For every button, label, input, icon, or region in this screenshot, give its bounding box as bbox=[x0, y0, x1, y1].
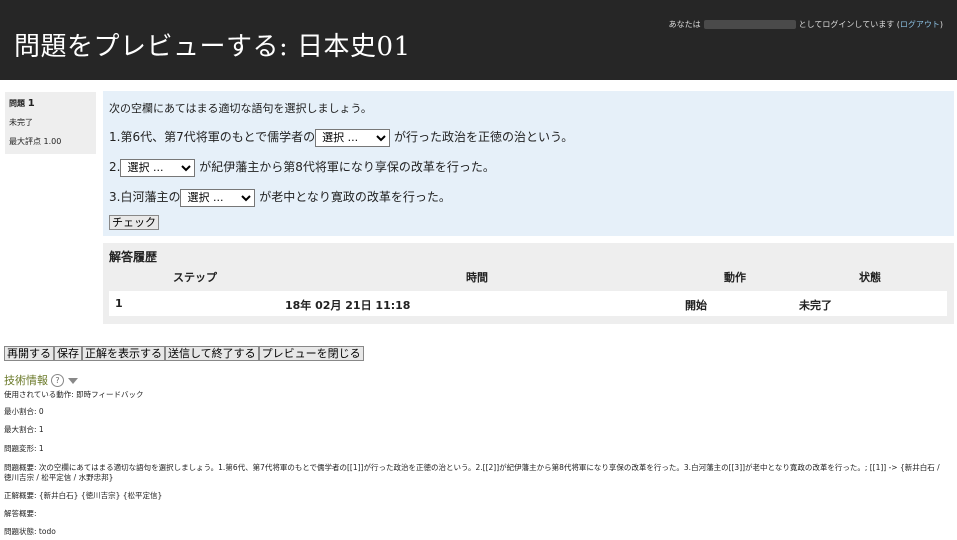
history-header-time: 時間 bbox=[466, 271, 488, 284]
tech-summary-2: 徳川吉宗 / 松平定信 / 水野忠邦} bbox=[4, 473, 114, 482]
login-info: あなたは としてログインしています (ログアウト) bbox=[668, 20, 943, 29]
answer-select-1[interactable]: 選択 ... bbox=[315, 128, 391, 147]
fill-correct-button[interactable]: 正解を表示する bbox=[82, 346, 165, 361]
history-header-state: 状態 bbox=[859, 271, 881, 284]
table-row: 1 18年 02月 21日 11:18 開始 未完了 bbox=[109, 291, 947, 316]
technical-info-title[interactable]: 技術情報 bbox=[4, 374, 48, 387]
max-grade: 最大評点 1.00 bbox=[9, 137, 62, 146]
check-button[interactable]: チェック bbox=[109, 215, 159, 230]
row-step: 1 bbox=[115, 297, 123, 310]
chevron-down-icon[interactable] bbox=[68, 377, 78, 384]
question-line-2: 2. 選択 ... が紀伊藩主から第8代将軍になり享保の改革を行った。 bbox=[109, 158, 495, 177]
username-redacted bbox=[703, 20, 796, 29]
tech-question-state: 問題状態: todo bbox=[4, 527, 56, 536]
tech-max-fraction: 最大割合: 1 bbox=[4, 425, 44, 434]
save-button[interactable]: 保存 bbox=[54, 346, 82, 361]
logout-link[interactable]: ログアウト bbox=[900, 20, 940, 29]
tech-variant: 問題変形: 1 bbox=[4, 444, 44, 453]
page-title: 問題をプレビューする: 日本史01 bbox=[14, 32, 411, 62]
technical-info-toggle[interactable]: 技術情報? bbox=[4, 372, 78, 388]
tech-min-fraction: 最小割合: 0 bbox=[4, 407, 44, 416]
tech-response-summary: 解答概要: bbox=[4, 509, 37, 518]
close-preview-button[interactable]: プレビューを閉じる bbox=[258, 346, 364, 361]
history-title: 解答履歴 bbox=[109, 250, 158, 264]
tech-summary-1: 問題概要: 次の空欄にあてはまる適切な語句を選択しましょう。1.第6代、第7代将… bbox=[4, 463, 940, 472]
page-header: 問題をプレビューする: 日本史01 あなたは としてログインしています (ログアウ… bbox=[0, 0, 957, 80]
row-time: 18年 02月 21日 11:18 bbox=[285, 299, 411, 312]
restart-button[interactable]: 再開する bbox=[4, 346, 54, 361]
submit-finish-button[interactable]: 送信して終了する bbox=[165, 346, 259, 361]
answer-select-3[interactable]: 選択 ... bbox=[180, 188, 256, 207]
question-number: 問題 1 bbox=[9, 98, 35, 109]
response-history: 解答履歴 ステップ 時間 動作 状態 1 18年 02月 21日 11:18 開… bbox=[103, 243, 954, 324]
row-state: 未完了 bbox=[799, 299, 832, 312]
answer-select-2[interactable]: 選択 ... bbox=[120, 158, 196, 177]
history-header-action: 動作 bbox=[724, 271, 746, 284]
help-icon[interactable]: ? bbox=[51, 374, 64, 387]
tech-behaviour: 使用されている動作: 即時フィードバック bbox=[4, 390, 144, 399]
row-action: 開始 bbox=[685, 299, 707, 312]
question-line-1: 1.第6代、第7代将軍のもとで儒学者の 選択 ... が行った政治を正徳の治という… bbox=[109, 128, 573, 147]
history-header-step: ステップ bbox=[173, 271, 217, 284]
question-line-3: 3.白河藩主の 選択 ... が老中となり寛政の改革を行った。 bbox=[109, 188, 451, 207]
login-prefix: あなたは bbox=[668, 20, 701, 29]
preview-button-bar: 再開する 保存 正解を表示する 送信して終了する プレビューを閉じる bbox=[4, 346, 364, 361]
login-suffix: としてログインしています bbox=[798, 20, 895, 29]
tech-right-answer: 正解概要: {新井白石} {徳川吉宗} {松平定信} bbox=[4, 491, 163, 500]
question-info: 問題 1 未完了 最大評点 1.00 bbox=[5, 92, 96, 154]
question-body: 次の空欄にあてはまる適切な語句を選択しましょう。 1.第6代、第7代将軍のもとで… bbox=[103, 91, 954, 236]
question-instruction: 次の空欄にあてはまる適切な語句を選択しましょう。 bbox=[109, 102, 372, 115]
question-state: 未完了 bbox=[9, 118, 33, 127]
